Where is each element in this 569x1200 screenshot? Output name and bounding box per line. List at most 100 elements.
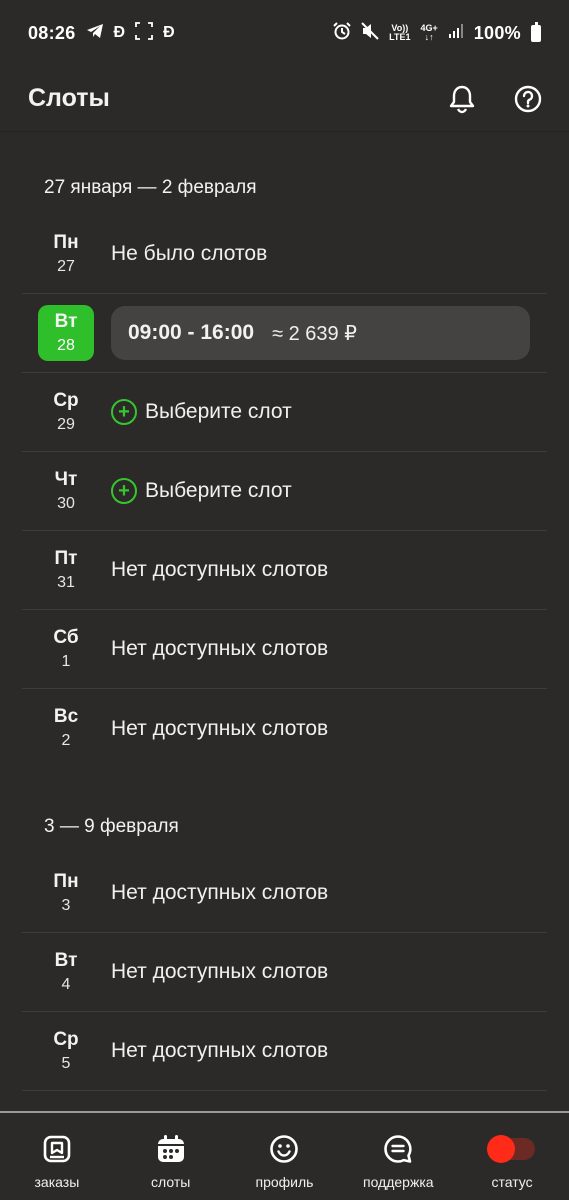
day-name: Ср: [53, 389, 79, 411]
day-name: Ср: [53, 1028, 79, 1050]
choose-slot-label: Выберите слот: [145, 479, 292, 502]
week-day-list: Пн 27 Не было слотов Вт 28 09:00 - 16:00…: [0, 215, 569, 768]
week-title: 3 — 9 февраля: [44, 816, 179, 837]
nav-orders[interactable]: заказы: [2, 1132, 112, 1190]
day-badge: Ср 5: [38, 1023, 94, 1079]
day-status-text: Нет доступных слотов: [111, 558, 329, 581]
bottom-navigation: заказы слоты профиль поддержка статус: [0, 1111, 569, 1200]
day-number: 28: [57, 336, 75, 354]
day-number: 4: [61, 975, 71, 993]
day-name: Вс: [53, 706, 79, 727]
nav-slots[interactable]: слоты: [116, 1132, 226, 1190]
orders-box-icon: [42, 1132, 72, 1166]
plus-circle-icon: +: [111, 478, 137, 504]
choose-slot-button[interactable]: + Выберите слот: [111, 478, 292, 504]
header-actions: [447, 84, 543, 114]
alarm-icon: [333, 21, 351, 45]
4g-icon: 4G+ ↓↑: [420, 24, 437, 42]
nav-label: статус: [491, 1173, 533, 1190]
nav-label: поддержка: [363, 1173, 434, 1190]
day-name: Пн: [53, 231, 79, 253]
slot-price: ≈ 2 639 ₽: [272, 322, 357, 345]
day-number: 29: [57, 415, 75, 433]
day-row: Пт 31 Нет доступных слотов: [22, 531, 547, 610]
day-number: 1: [61, 652, 71, 670]
battery-icon: [531, 21, 541, 42]
net-bottom: ↓↑: [424, 32, 434, 42]
help-circle-icon[interactable]: [513, 84, 543, 114]
day-row: Сб 1 Нет доступных слотов: [22, 610, 547, 689]
day-name: Пт: [54, 547, 78, 569]
nav-status[interactable]: статус: [457, 1132, 567, 1190]
day-badge: Ср 29: [38, 384, 94, 440]
nav-label: слоты: [151, 1173, 191, 1190]
bell-icon[interactable]: [447, 84, 477, 114]
status-toggle-knob: [487, 1134, 516, 1163]
day-badge: Вт 4: [38, 944, 94, 1000]
nav-label: профиль: [255, 1173, 314, 1190]
day-row: Ср 5 Нет доступных слотов: [22, 1012, 547, 1091]
day-name: Вт: [54, 310, 78, 332]
day-badge: Вс 2: [38, 701, 94, 757]
slot-time: 09:00 - 16:00: [128, 321, 255, 344]
booked-slot-pill[interactable]: 09:00 - 16:00 ≈ 2 639 ₽: [111, 306, 530, 360]
day-name: Сб: [53, 626, 79, 648]
coin-d-icon: Đ: [113, 24, 126, 41]
day-name: Вт: [54, 949, 78, 971]
day-name: Чт: [54, 468, 78, 490]
nav-support[interactable]: поддержка: [343, 1132, 453, 1190]
plus-circle-icon: +: [111, 399, 137, 425]
day-status-text: Нет доступных слотов: [111, 1039, 329, 1062]
status-bar: 08:26 Đ Đ Vo)) LTE1 4G+ ↓↑ 100%: [0, 0, 569, 66]
status-toggle-icon: [487, 1132, 536, 1166]
app-header: Слоты: [0, 66, 569, 132]
calendar-icon: [156, 1132, 186, 1166]
choose-slot-label: Выберите слот: [145, 400, 292, 423]
day-number: 5: [61, 1054, 71, 1072]
chat-bubble-icon: [383, 1132, 413, 1166]
day-row: Вс 2 Нет доступных слотов: [22, 689, 547, 768]
nav-label: заказы: [34, 1173, 80, 1190]
battery-percent: 100%: [473, 22, 521, 43]
day-row: Пн 27 Не было слотов: [22, 215, 547, 294]
coin-d-icon: Đ: [163, 24, 175, 41]
volte-icon: Vo)) LTE1: [389, 24, 410, 42]
day-badge: Пт 31: [38, 542, 94, 598]
status-toggle[interactable]: [487, 1134, 536, 1163]
week-title: 27 января — 2 февраля: [44, 177, 257, 198]
telegram-icon: [86, 23, 104, 44]
day-badge-selected: Вт 28: [38, 305, 94, 361]
mute-icon: [361, 21, 379, 45]
slots-content[interactable]: 27 января — 2 февраля Пн 27 Не было слот…: [0, 133, 569, 1113]
day-row: Ср 29 + Выберите слот: [22, 373, 547, 452]
week-day-list: Пн 3 Нет доступных слотов Вт 4 Нет досту…: [0, 854, 569, 1091]
day-badge: Пн 3: [38, 865, 94, 921]
day-row: Пн 3 Нет доступных слотов: [22, 854, 547, 933]
day-badge: Сб 1: [38, 621, 94, 677]
page-title: Слоты: [28, 84, 110, 112]
volte-bottom: LTE1: [389, 32, 411, 42]
day-badge: Чт 30: [38, 463, 94, 519]
day-status-text: Нет доступных слотов: [111, 716, 329, 740]
status-bar-right: Vo)) LTE1 4G+ ↓↑ 100%: [333, 21, 541, 45]
day-row: Чт 30 + Выберите слот: [22, 452, 547, 531]
day-number: 3: [61, 896, 71, 914]
day-status-text: Нет доступных слотов: [111, 960, 329, 983]
day-status-text: Нет доступных слотов: [111, 637, 329, 660]
day-status-text: Нет доступных слотов: [111, 881, 329, 904]
day-badge: Пн 27: [38, 226, 94, 282]
day-number: 2: [61, 732, 71, 749]
choose-slot-button[interactable]: + Выберите слот: [111, 399, 292, 425]
status-time: 08:26: [28, 22, 76, 43]
day-row: Вт 4 Нет доступных слотов: [22, 933, 547, 1012]
nav-profile[interactable]: профиль: [229, 1132, 339, 1190]
day-row: Вт 28 09:00 - 16:00 ≈ 2 639 ₽: [22, 294, 547, 373]
status-bar-left: 08:26 Đ Đ: [28, 21, 175, 45]
day-name: Пн: [53, 870, 79, 892]
day-number: 30: [57, 494, 75, 512]
day-number: 27: [57, 257, 75, 275]
signal-icon: [448, 23, 464, 44]
day-number: 31: [57, 573, 75, 591]
day-status-text: Не было слотов: [111, 242, 268, 265]
smiley-icon: [269, 1132, 299, 1166]
